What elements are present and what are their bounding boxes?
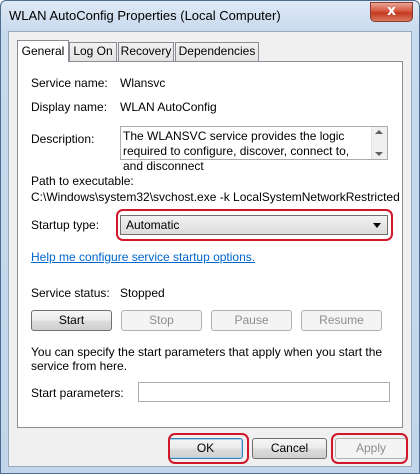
close-icon: x [386, 3, 397, 19]
resume-button[interactable]: Resume [301, 310, 382, 331]
chevron-down-icon [373, 223, 381, 228]
start-button[interactable]: Start [31, 310, 112, 331]
scroll-down-icon[interactable] [375, 152, 383, 156]
tab-recovery[interactable]: Recovery [118, 42, 174, 61]
service-status-value: Stopped [120, 286, 165, 300]
dialog-body: General Log On Recovery Dependencies Ser… [8, 31, 412, 467]
tab-general[interactable]: General [17, 40, 69, 62]
path-value: C:\Windows\system32\svchost.exe -k Local… [31, 190, 400, 204]
start-params-input[interactable] [138, 382, 390, 402]
startup-type-label: Startup type: [31, 218, 100, 232]
stop-button[interactable]: Stop [121, 310, 202, 331]
start-params-label: Start parameters: [31, 386, 124, 400]
description-scrollbar[interactable] [371, 127, 387, 159]
close-button[interactable]: x [370, 2, 413, 22]
display-name-value: WLAN AutoConfig [120, 100, 217, 114]
startup-type-value: Automatic [126, 218, 180, 232]
title-bar[interactable]: WLAN AutoConfig Properties (Local Comput… [1, 1, 419, 31]
display-name-label: Display name: [31, 100, 108, 114]
help-link[interactable]: Help me configure service startup option… [31, 250, 255, 264]
description-text: The WLANSVC service provides the logic r… [123, 129, 350, 173]
path-label: Path to executable: [31, 174, 134, 188]
tab-log-on[interactable]: Log On [69, 42, 117, 61]
description-box[interactable]: The WLANSVC service provides the logic r… [120, 126, 388, 173]
params-note: You can specify the start parameters tha… [31, 345, 383, 373]
startup-type-select[interactable]: Automatic [120, 215, 388, 235]
scroll-up-icon[interactable] [375, 130, 383, 134]
general-tab-panel: Service name: Wlansvc Display name: WLAN… [17, 61, 403, 428]
service-status-label: Service status: [31, 286, 110, 300]
pause-button[interactable]: Pause [211, 310, 292, 331]
divider [31, 272, 391, 273]
properties-window: WLAN AutoConfig Properties (Local Comput… [0, 0, 420, 474]
cancel-button[interactable]: Cancel [252, 438, 327, 459]
ok-button[interactable]: OK [168, 438, 243, 459]
tab-dependencies[interactable]: Dependencies [175, 42, 259, 61]
service-name-label: Service name: [31, 76, 108, 90]
service-name-value: Wlansvc [120, 76, 166, 90]
description-label: Description: [31, 132, 95, 146]
window-title: WLAN AutoConfig Properties (Local Comput… [9, 8, 281, 23]
apply-button[interactable]: Apply [335, 438, 407, 459]
